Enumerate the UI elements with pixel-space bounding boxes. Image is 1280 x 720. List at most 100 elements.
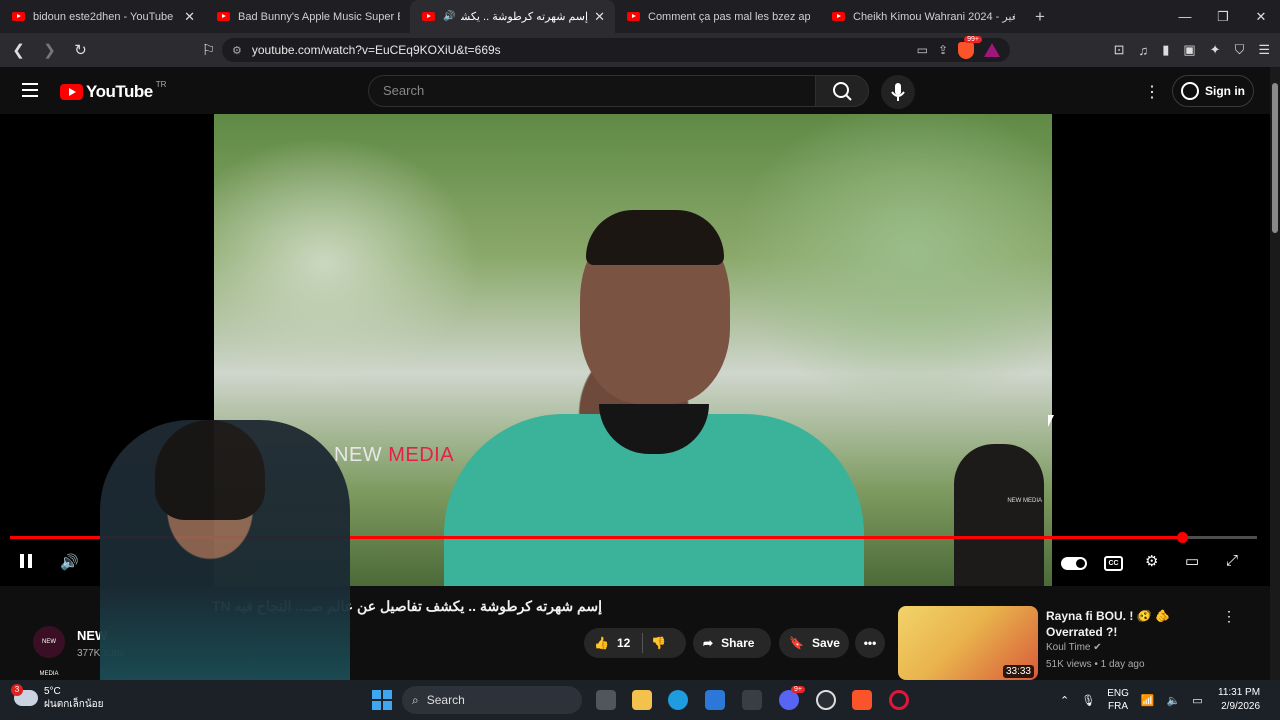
file-explorer-icon[interactable] bbox=[632, 690, 652, 710]
captions-icon[interactable]: CC bbox=[1104, 556, 1123, 571]
recommended-channel[interactable]: Koul Time ✔ bbox=[1046, 642, 1102, 653]
task-view-icon[interactable] bbox=[596, 690, 616, 710]
sign-in-label: Sign in bbox=[1205, 84, 1245, 98]
tray-chevron-icon[interactable]: ⌃ bbox=[1060, 694, 1069, 707]
channel-avatar[interactable]: NEW MEDIA bbox=[33, 626, 65, 677]
youtube-logo[interactable]: YouTube TR bbox=[60, 80, 166, 102]
verified-icon: ✔ bbox=[1093, 642, 1102, 653]
pause-icon[interactable] bbox=[20, 554, 32, 568]
browser-tab[interactable]: Bad Bunny's Apple Music Super Bowl bbox=[205, 0, 410, 33]
like-count[interactable]: 12 bbox=[617, 636, 630, 650]
autoplay-toggle[interactable] bbox=[1061, 557, 1087, 570]
cast-icon[interactable]: ▭ bbox=[917, 43, 928, 57]
share-button[interactable]: ➦ Share bbox=[693, 628, 771, 658]
browser-tab-active[interactable]: 🔊 إسم شهرته كرطوشة .. يكشف تفا ✕ bbox=[410, 0, 615, 33]
weather-widget[interactable]: 3 5°C ฝนตกเล็กน้อย bbox=[11, 684, 104, 711]
obs-icon[interactable] bbox=[816, 690, 836, 710]
url-bar[interactable]: ⚙ youtube.com/watch?v=EuCEq9KOXiU&t=669s… bbox=[222, 35, 1010, 62]
media-icon[interactable]: ♫ bbox=[1138, 43, 1148, 58]
video-subject-hair bbox=[586, 210, 724, 265]
scrollbar-thumb[interactable] bbox=[1272, 83, 1278, 233]
youtube-favicon-icon bbox=[12, 12, 25, 21]
theater-mode-icon[interactable]: ▭ bbox=[1185, 552, 1199, 570]
audio-playing-icon[interactable]: 🔊 bbox=[443, 11, 455, 22]
volume-icon[interactable]: 🔊 bbox=[60, 553, 79, 571]
browser-tab[interactable]: Comment ça pas mal les bzez apex ? bbox=[615, 0, 820, 33]
video-duration: 33:33 bbox=[1002, 665, 1034, 678]
system-tray: ⌃ 🎙 ENG FRA 📶 🔈 ▭ bbox=[1060, 680, 1203, 720]
minimize-icon[interactable]: — bbox=[1166, 0, 1204, 33]
corner-watermark: NEW MEDIA bbox=[1007, 498, 1042, 504]
like-icon[interactable]: 👍 bbox=[594, 636, 609, 650]
browser-tools: ⊡ ♫ ▮ ▣ ✦ ⛉ ☰ bbox=[1114, 33, 1270, 67]
menu-icon[interactable]: ☰ bbox=[1258, 42, 1270, 58]
wallet-icon[interactable]: ▣ bbox=[1183, 42, 1195, 58]
store-icon[interactable] bbox=[705, 690, 725, 710]
search-input[interactable]: Search bbox=[368, 75, 816, 107]
brave-icon[interactable] bbox=[852, 690, 872, 710]
recommended-menu-icon[interactable]: ⋮ bbox=[1222, 608, 1236, 625]
url-actions: ▭ ⇪ 99+ bbox=[917, 35, 1000, 59]
youtube-favicon-icon bbox=[627, 12, 640, 21]
save-label: Save bbox=[811, 636, 840, 650]
reader-icon[interactable]: ⊡ bbox=[1114, 42, 1125, 58]
new-tab-button[interactable]: + bbox=[1025, 7, 1055, 27]
tab-label: Bad Bunny's Apple Music Super Bowl bbox=[238, 10, 400, 23]
wifi-icon[interactable]: 📶 bbox=[1141, 694, 1155, 707]
microphone-icon bbox=[891, 83, 905, 101]
site-info-icon[interactable]: ⚙ bbox=[232, 44, 242, 57]
close-window-icon[interactable]: ✕ bbox=[1242, 0, 1280, 33]
tab-close-icon[interactable]: ✕ bbox=[594, 9, 605, 25]
shields-badge: 99+ bbox=[964, 35, 982, 43]
vpn-icon[interactable]: ⛉ bbox=[1235, 42, 1245, 58]
speaker-icon[interactable]: 🔈 bbox=[1167, 694, 1181, 707]
brave-shields-icon[interactable]: 99+ bbox=[958, 35, 982, 59]
youtube-favicon-icon bbox=[832, 12, 845, 21]
tab-close-icon[interactable]: ✕ bbox=[184, 9, 195, 25]
forward-icon[interactable]: ❯ bbox=[37, 41, 62, 59]
youtube-play-icon bbox=[60, 84, 83, 100]
opera-icon[interactable] bbox=[889, 690, 909, 710]
recommended-title[interactable]: Rayna fi BOU. ! 🫨 🫵 Overrated ?! bbox=[1046, 608, 1218, 640]
sign-in-button[interactable]: Sign in bbox=[1172, 75, 1254, 107]
reload-icon[interactable]: ↻ bbox=[68, 41, 93, 59]
clock[interactable]: 11:31 PM 2/9/2026 bbox=[1218, 686, 1260, 714]
dislike-icon[interactable]: 👎 bbox=[651, 636, 666, 650]
discord-icon[interactable]: 9+ bbox=[779, 686, 805, 710]
epic-games-icon[interactable] bbox=[742, 690, 762, 710]
fullscreen-icon[interactable]: ⤢ bbox=[1226, 552, 1238, 569]
language-indicator[interactable]: ENG FRA bbox=[1107, 687, 1129, 713]
recommended-thumbnail[interactable]: 33:33 bbox=[898, 606, 1038, 680]
start-button[interactable] bbox=[372, 690, 392, 710]
taskbar-search[interactable]: ⌕ Search bbox=[402, 686, 582, 714]
settings-gear-icon[interactable]: ⚙ bbox=[1145, 552, 1158, 570]
browser-tab[interactable]: bidoun este2dhen - YouTube ✕ bbox=[0, 0, 205, 33]
leo-icon[interactable]: ✦ bbox=[1210, 42, 1221, 58]
search-button[interactable] bbox=[815, 75, 869, 107]
restore-icon[interactable]: ❐ bbox=[1204, 0, 1242, 33]
brave-rewards-icon[interactable] bbox=[984, 43, 1000, 57]
more-actions-button[interactable]: ••• bbox=[855, 628, 885, 658]
save-button[interactable]: 🔖 Save bbox=[779, 628, 849, 658]
page-scrollbar[interactable] bbox=[1270, 67, 1280, 680]
battery-icon[interactable]: ▭ bbox=[1192, 694, 1202, 707]
scrubber-handle[interactable] bbox=[1177, 532, 1189, 543]
tab-label: bidoun este2dhen - YouTube bbox=[33, 10, 174, 23]
bookmark-icon[interactable]: ⚐ bbox=[196, 41, 221, 59]
url-text[interactable]: youtube.com/watch?v=EuCEq9KOXiU&t=669s bbox=[252, 43, 501, 57]
voice-search-button[interactable] bbox=[881, 75, 915, 109]
settings-kebab-icon[interactable]: ⋮ bbox=[1144, 82, 1160, 102]
guide-menu-icon[interactable] bbox=[22, 83, 38, 97]
window-controls: — ❐ ✕ bbox=[1166, 0, 1280, 33]
edge-icon[interactable] bbox=[668, 690, 688, 710]
like-dislike-group: 👍 12 👎 bbox=[584, 628, 686, 658]
video-watermark: NEW MEDIA bbox=[334, 444, 454, 467]
youtube-favicon-icon bbox=[422, 12, 435, 21]
recommended-channel-name: Koul Time bbox=[1046, 642, 1091, 653]
share-page-icon[interactable]: ⇪ bbox=[938, 43, 948, 57]
browser-tab[interactable]: Cheikh Kimou Wahrani 2024 - صغير bbox=[820, 0, 1025, 33]
mic-tray-icon[interactable]: 🎙 bbox=[1081, 694, 1095, 707]
back-icon[interactable]: ❮ bbox=[6, 41, 31, 59]
sidebar-icon[interactable]: ▮ bbox=[1162, 42, 1169, 58]
windows-taskbar: 3 5°C ฝนตกเล็กน้อย ⌕ Search 9+ ⌃ 🎙 ENG F… bbox=[0, 680, 1280, 720]
